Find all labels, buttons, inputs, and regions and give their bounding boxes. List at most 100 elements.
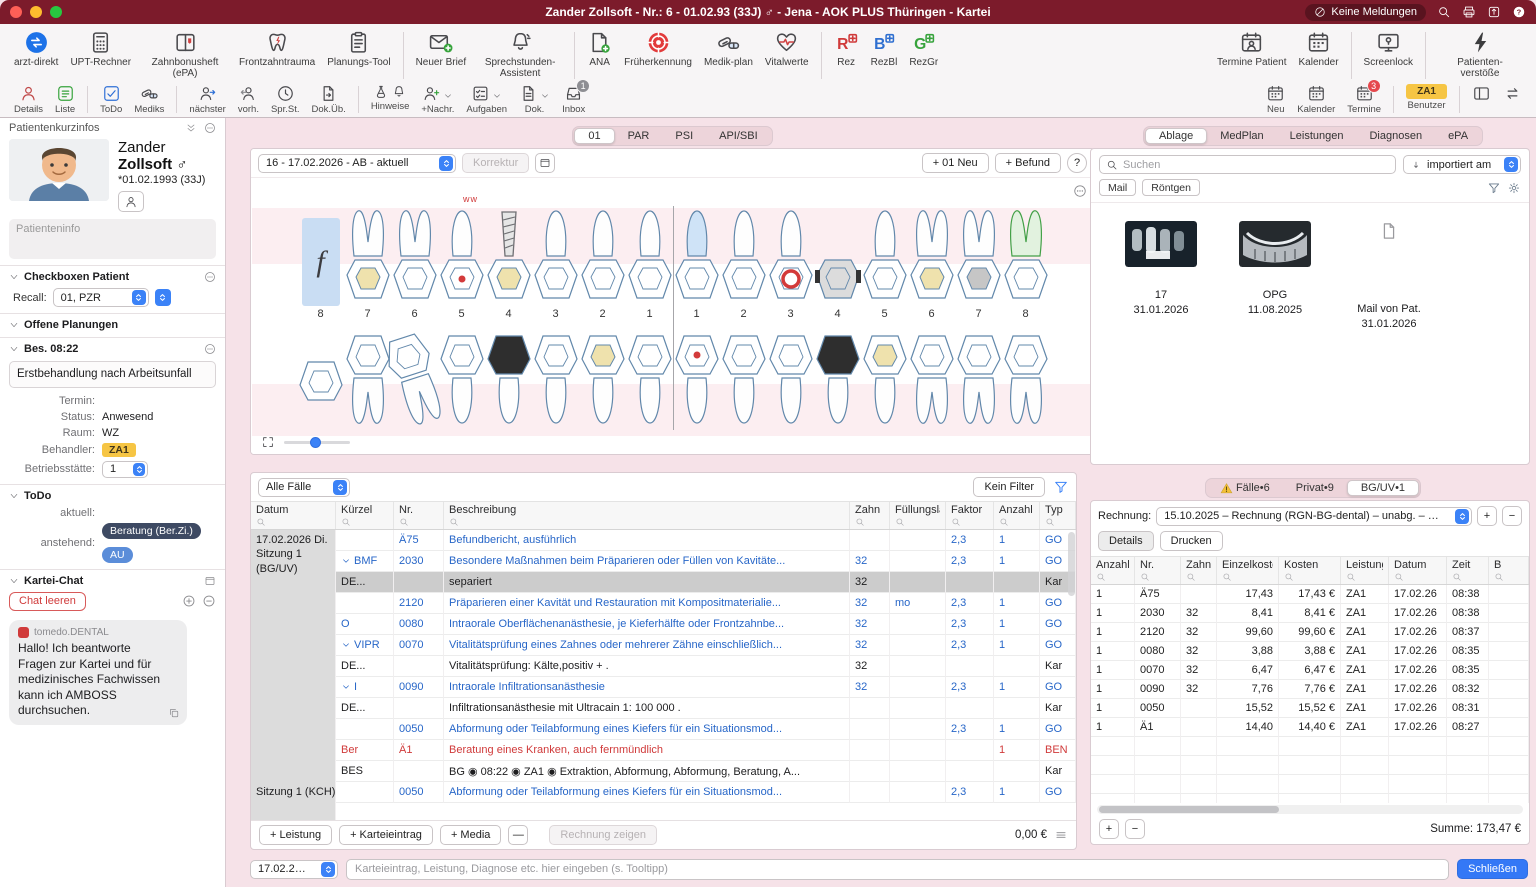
cases-cell-beschreibung[interactable]: Intraorale Oberflächenanästhesie, je Kie…: [444, 614, 850, 635]
share-icon[interactable]: [1487, 5, 1501, 19]
toolbar-button-vitalwerte[interactable]: Vitalwerte: [759, 29, 815, 69]
invoice-cell-kosten[interactable]: 6,47 €: [1279, 661, 1341, 680]
cases-cell-zahn[interactable]: 32: [850, 614, 890, 635]
tooth-43[interactable]: [532, 328, 579, 428]
cases-cell-kuerzel[interactable]: BES: [336, 761, 394, 782]
invoice-cell-datum[interactable]: 17.02.26: [1389, 661, 1447, 680]
cases-cell-zahn[interactable]: [850, 698, 890, 719]
cases-cell-nr[interactable]: 0050: [394, 782, 444, 803]
invoice-cell-anzahl[interactable]: 1: [1091, 661, 1135, 680]
invoice-cell-datum[interactable]: 17.02.26: [1389, 642, 1447, 661]
cases-cell-nr[interactable]: 2120: [394, 593, 444, 614]
chart-help-button[interactable]: ?: [1067, 153, 1087, 173]
tooth-48[interactable]: [297, 328, 344, 428]
sidebar-menu-icon[interactable]: [204, 122, 216, 134]
chat-clear-button[interactable]: Chat leeren: [9, 592, 86, 611]
invoice-cell-kosten[interactable]: 14,40 €: [1279, 718, 1341, 737]
cases-cell-zahn[interactable]: [850, 761, 890, 782]
tooth-41[interactable]: [626, 328, 673, 428]
tooth-24[interactable]: [814, 206, 861, 306]
patient-info-box[interactable]: Patienteninfo: [9, 219, 216, 259]
fit-zoom-icon[interactable]: [261, 435, 275, 449]
column-search-icon[interactable]: [449, 516, 844, 528]
cases-cell-kuerzel[interactable]: BMF: [336, 551, 394, 572]
tooth-37[interactable]: [955, 328, 1002, 428]
cases-cell-kuerzel[interactable]: DE...: [336, 572, 394, 593]
invoice-cell-leistung[interactable]: ZA1: [1341, 718, 1389, 737]
cases-cell-faktor[interactable]: 2,3: [946, 719, 994, 740]
case-filter-select[interactable]: Alle Fälle: [258, 478, 350, 497]
tooth-22[interactable]: [720, 206, 767, 306]
invoice-cell-b[interactable]: [1489, 642, 1529, 661]
remove-entry-button[interactable]: —: [508, 825, 528, 845]
toolbar-button-rezbl[interactable]: BRezBl: [865, 29, 904, 69]
invoice-cell-kosten[interactable]: 17,43 €: [1279, 585, 1341, 604]
tab-ablage[interactable]: Ablage: [1145, 128, 1207, 144]
invoice-cell-zahn[interactable]: 32: [1181, 604, 1217, 623]
chevron-down-icon[interactable]: [9, 344, 19, 354]
print-icon[interactable]: [1462, 5, 1476, 19]
column-search-icon[interactable]: [1222, 571, 1273, 583]
invoice-cell-b[interactable]: [1489, 699, 1529, 718]
invoice-cell-kosten[interactable]: 3,88 €: [1279, 642, 1341, 661]
cases-cell-faktor[interactable]: 2,3: [946, 614, 994, 635]
cases-cell-faktor[interactable]: [946, 740, 994, 761]
cases-cell-zahn[interactable]: 32: [850, 593, 890, 614]
invoice-cell-nr[interactable]: Ä75: [1135, 585, 1181, 604]
toolbar-button-medik-plan[interactable]: Medik-plan: [698, 29, 759, 69]
toolbar-button-aufgaben[interactable]: Aufgaben: [460, 83, 513, 116]
rechnung-select[interactable]: 15.10.2025 – Rechnung (RGN-BG-dental) – …: [1156, 507, 1472, 526]
invoice-cell-zahn[interactable]: 32: [1181, 680, 1217, 699]
table-menu-icon[interactable]: [1054, 828, 1068, 842]
toolbar-button-neu[interactable]: Neu: [1260, 83, 1291, 116]
add-leistung-button[interactable]: + Leistung: [259, 825, 332, 845]
patient-avatar[interactable]: [9, 139, 109, 201]
invoice-cell-leistung[interactable]: ZA1: [1341, 585, 1389, 604]
invoice-cell-nr[interactable]: 0080: [1135, 642, 1181, 661]
cases-cell-fuellung[interactable]: [890, 656, 946, 677]
invoice-cell-nr[interactable]: 0070: [1135, 661, 1181, 680]
cases-cell-typ[interactable]: GO: [1040, 782, 1076, 803]
cases-cell-fuellung[interactable]: [890, 635, 946, 656]
toolbar-button-liste[interactable]: Liste: [49, 83, 81, 116]
chevron-down-icon[interactable]: [9, 320, 19, 330]
toolbar-button-screenlock[interactable]: Screenlock: [1358, 29, 1419, 69]
sort-select[interactable]: importiert am: [1403, 155, 1521, 174]
tooth-27[interactable]: [955, 206, 1002, 306]
invoice-cell-anzahl[interactable]: 1: [1091, 642, 1135, 661]
cases-cell-beschreibung[interactable]: Infiltrationsanästhesie mit Ultracain 1:…: [444, 698, 850, 719]
tooth-42[interactable]: [579, 328, 626, 428]
tooth-12[interactable]: [579, 206, 626, 306]
toolbar-button-details[interactable]: Details: [8, 83, 49, 116]
cases-cell-kuerzel[interactable]: I: [336, 677, 394, 698]
column-search-icon[interactable]: [1140, 571, 1175, 583]
column-search-icon[interactable]: [1346, 571, 1383, 583]
tab-faelle-6[interactable]: Fälle•6: [1207, 480, 1283, 496]
cases-cell-typ[interactable]: GO: [1040, 593, 1076, 614]
cases-cell-fuellung[interactable]: [890, 761, 946, 782]
cases-cell-kuerzel[interactable]: Ber: [336, 740, 394, 761]
tooth-26[interactable]: [908, 206, 955, 306]
tooth-21[interactable]: [673, 206, 720, 306]
cases-cell-nr[interactable]: 0070: [394, 635, 444, 656]
invoice-cell-einzelkoster[interactable]: 17,43: [1217, 585, 1279, 604]
add-media-button[interactable]: + Media: [440, 825, 501, 845]
cases-cell-fuellung[interactable]: [890, 782, 946, 803]
invoice-cell-leistung[interactable]: ZA1: [1341, 699, 1389, 718]
cases-cell-fuellung[interactable]: [890, 530, 946, 551]
column-search-icon[interactable]: [1096, 571, 1129, 583]
invoice-cell-b[interactable]: [1489, 623, 1529, 642]
tab-01[interactable]: 01: [574, 128, 614, 144]
invoice-cell-einzelkoster[interactable]: 99,60: [1217, 623, 1279, 642]
invoice-cell-leistung[interactable]: ZA1: [1341, 642, 1389, 661]
invoice-cell-zahn[interactable]: 32: [1181, 642, 1217, 661]
vertical-scrollbar[interactable]: [1068, 532, 1075, 596]
invoice-cell-kosten[interactable]: 7,76 €: [1279, 680, 1341, 699]
ablage-item-opg[interactable]: OPG11.08.2025: [1231, 221, 1319, 464]
cases-cell-zahn[interactable]: [850, 719, 890, 740]
invoice-cell-einzelkoster[interactable]: 15,52: [1217, 699, 1279, 718]
column-search-icon[interactable]: [1452, 571, 1483, 583]
toolbar-button-arzt-direkt[interactable]: arzt-direkt: [8, 29, 64, 69]
column-search-icon[interactable]: [341, 516, 388, 528]
cases-cell-typ[interactable]: BEN: [1040, 740, 1076, 761]
